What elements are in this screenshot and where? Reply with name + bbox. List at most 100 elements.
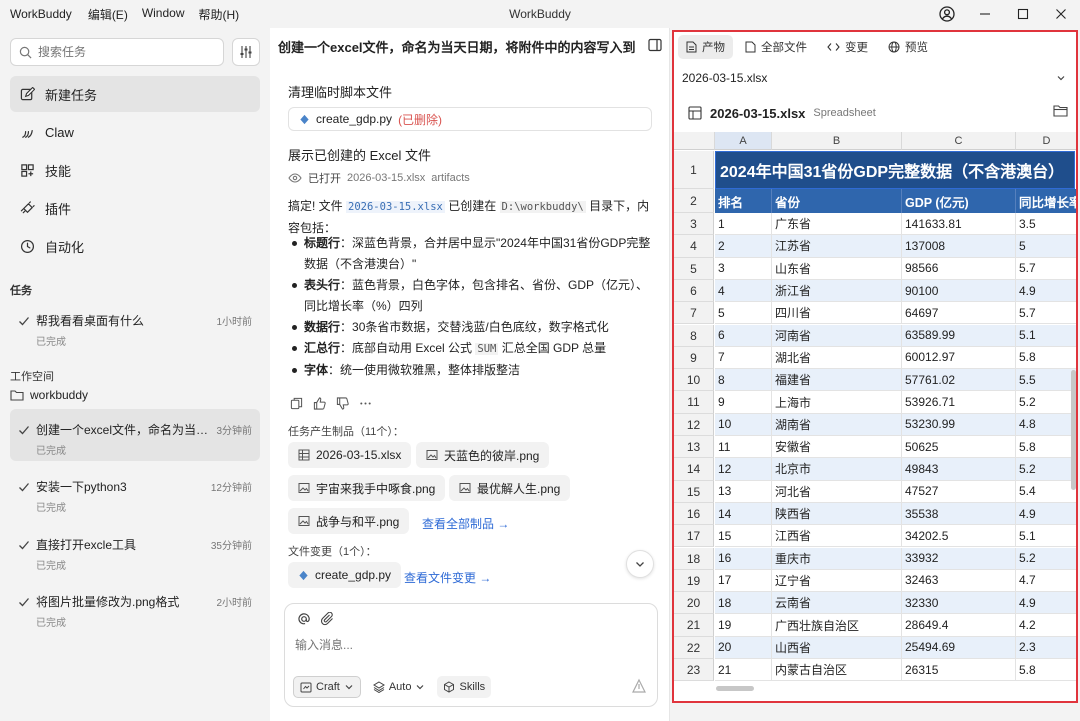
table-cell[interactable]: 4.9 — [1016, 279, 1076, 303]
table-cell[interactable]: 16 — [715, 547, 772, 570]
table-cell[interactable]: 5.8 — [1016, 436, 1076, 459]
nav-claw[interactable]: Claw — [10, 114, 260, 150]
table-cell[interactable]: 137008 — [902, 235, 1016, 258]
open-folder-button[interactable] — [1053, 104, 1068, 120]
table-cell[interactable]: 10 — [715, 413, 772, 436]
table-cell[interactable]: 5.2 — [1016, 458, 1076, 481]
table-cell[interactable]: 4 — [715, 279, 772, 303]
row-header[interactable]: 13 — [674, 436, 714, 459]
model-select[interactable]: Auto — [367, 676, 432, 698]
table-cell[interactable]: 49843 — [902, 458, 1016, 481]
panel-toggle-button[interactable] — [648, 38, 662, 55]
header-cell[interactable]: GDP (亿元) — [902, 189, 1016, 213]
table-cell[interactable]: 湖南省 — [772, 413, 902, 436]
row-header[interactable]: 2 — [674, 189, 714, 213]
table-cell[interactable]: 江西省 — [772, 525, 902, 548]
table-cell[interactable]: 4.8 — [1016, 413, 1076, 436]
table-cell[interactable]: 64697 — [902, 302, 1016, 325]
close-button[interactable] — [1042, 0, 1080, 28]
table-cell[interactable]: 53926.71 — [902, 391, 1016, 414]
table-cell[interactable]: 陕西省 — [772, 502, 902, 526]
scroll-down-button[interactable] — [626, 550, 654, 578]
table-cell[interactable]: 北京市 — [772, 458, 902, 481]
thumbs-down-icon[interactable] — [336, 397, 349, 410]
nav-plugins[interactable]: 插件 — [10, 190, 260, 226]
row-header[interactable]: 8 — [674, 324, 714, 347]
table-cell[interactable]: 1 — [715, 213, 772, 236]
search-input[interactable] — [38, 45, 208, 59]
vertical-scrollbar[interactable] — [1071, 370, 1076, 490]
artifact-chip[interactable]: 天蓝色的彼岸.png — [416, 442, 550, 468]
table-cell[interactable]: 57761.02 — [902, 369, 1016, 392]
table-cell[interactable]: 141633.81 — [902, 213, 1016, 236]
workspace-folder[interactable]: workbuddy — [10, 388, 88, 402]
table-cell[interactable]: 34202.5 — [902, 525, 1016, 548]
row-header[interactable]: 7 — [674, 302, 714, 325]
table-cell[interactable]: 47527 — [902, 480, 1016, 503]
filter-button[interactable] — [232, 38, 260, 66]
table-cell[interactable]: 浙江省 — [772, 279, 902, 303]
table-cell[interactable]: 山东省 — [772, 257, 902, 280]
mode-select[interactable]: Craft — [293, 676, 361, 698]
mention-icon[interactable] — [297, 612, 311, 626]
row-header[interactable]: 9 — [674, 346, 714, 370]
nav-skills[interactable]: 技能 — [10, 152, 260, 188]
tab-artifacts[interactable]: 产物 — [678, 35, 733, 59]
table-cell[interactable]: 4.7 — [1016, 569, 1076, 593]
table-cell[interactable]: 内蒙古自治区 — [772, 659, 902, 682]
table-cell[interactable]: 5.7 — [1016, 257, 1076, 280]
table-cell[interactable]: 重庆市 — [772, 547, 902, 570]
row-header[interactable]: 5 — [674, 257, 714, 280]
file-dropdown[interactable]: 2026-03-15.xlsx — [682, 68, 1070, 88]
account-button[interactable] — [928, 0, 966, 28]
table-cell[interactable]: 9 — [715, 391, 772, 414]
copy-icon[interactable] — [290, 397, 303, 410]
search-box[interactable] — [10, 38, 224, 66]
row-header[interactable]: 20 — [674, 592, 714, 615]
table-cell[interactable]: 5.1 — [1016, 324, 1076, 347]
column-header-a[interactable]: A — [715, 132, 772, 150]
workspace-task[interactable]: 安装一下python3 12分钟前 已完成 — [10, 474, 260, 518]
table-cell[interactable]: 5 — [715, 302, 772, 325]
tab-all-files[interactable]: 全部文件 — [737, 35, 815, 59]
table-cell[interactable]: 8 — [715, 369, 772, 392]
table-cell[interactable]: 17 — [715, 569, 772, 593]
sheet-title-cell[interactable]: 2024年中国31省份GDP完整数据（不含港澳台） — [715, 151, 1075, 189]
table-cell[interactable]: 7 — [715, 346, 772, 370]
row-header[interactable]: 19 — [674, 569, 714, 593]
artifact-chip[interactable]: 战争与和平.png — [288, 508, 410, 534]
row-header[interactable]: 11 — [674, 391, 714, 414]
table-cell[interactable]: 广东省 — [772, 213, 902, 236]
attach-icon[interactable] — [321, 612, 335, 626]
table-cell[interactable]: 5 — [1016, 235, 1076, 258]
table-cell[interactable]: 12 — [715, 458, 772, 481]
minimize-button[interactable] — [966, 0, 1004, 28]
row-header[interactable]: 17 — [674, 525, 714, 548]
table-cell[interactable]: 5.8 — [1016, 346, 1076, 370]
table-cell[interactable]: 3 — [715, 257, 772, 280]
table-cell[interactable]: 2.3 — [1016, 636, 1076, 659]
table-cell[interactable]: 福建省 — [772, 369, 902, 392]
menu-edit[interactable]: 编辑(E) — [88, 6, 128, 23]
table-cell[interactable]: 14 — [715, 502, 772, 526]
table-cell[interactable]: 63589.99 — [902, 324, 1016, 347]
row-header[interactable]: 4 — [674, 235, 714, 258]
thumbs-up-icon[interactable] — [313, 397, 326, 410]
table-cell[interactable]: 19 — [715, 614, 772, 637]
row-header[interactable]: 10 — [674, 369, 714, 392]
table-cell[interactable]: 上海市 — [772, 391, 902, 414]
table-cell[interactable]: 18 — [715, 592, 772, 615]
row-header[interactable]: 14 — [674, 458, 714, 481]
workspace-task-active[interactable]: 创建一个excel文件，命名为当天... 3分钟前 已完成 — [10, 409, 260, 461]
table-cell[interactable]: 33932 — [902, 547, 1016, 570]
table-cell[interactable]: 13 — [715, 480, 772, 503]
table-cell[interactable]: 云南省 — [772, 592, 902, 615]
column-header-b[interactable]: B — [772, 132, 902, 150]
table-cell[interactable]: 河北省 — [772, 480, 902, 503]
header-cell[interactable]: 省份 — [772, 189, 902, 213]
table-cell[interactable]: 53230.99 — [902, 413, 1016, 436]
table-cell[interactable]: 广西壮族自治区 — [772, 614, 902, 637]
table-cell[interactable]: 5.1 — [1016, 525, 1076, 548]
table-cell[interactable]: 32463 — [902, 569, 1016, 593]
table-cell[interactable]: 5.8 — [1016, 659, 1076, 682]
